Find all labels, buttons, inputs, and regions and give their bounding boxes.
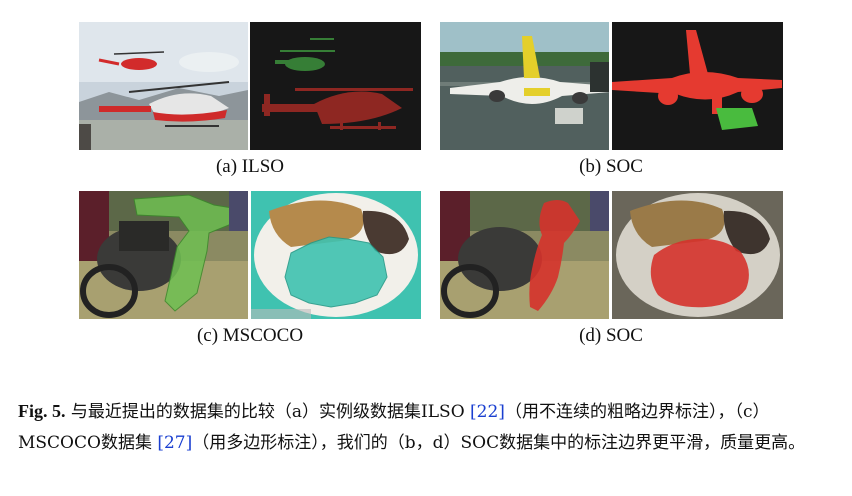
caption-text-3: （用多边形标注），我们的（b，d）SOC数据集中的标注边界更平滑，质量更高。 bbox=[192, 433, 806, 453]
soc-photo-airplane bbox=[440, 22, 609, 150]
subfigure-caption-c: (c) MSCOCO bbox=[196, 325, 304, 346]
ilso-photo bbox=[79, 22, 248, 150]
soc-photo-motorcycle bbox=[440, 191, 609, 319]
ilso-mask bbox=[250, 22, 421, 150]
mscoco-photo-motorcycle bbox=[79, 191, 248, 319]
soc-mask-airplane bbox=[612, 22, 783, 150]
reference-link-27[interactable]: [27] bbox=[157, 433, 192, 453]
caption-text-1: 与最近提出的数据集的比较（a）实例级数据集ILSO bbox=[70, 402, 465, 422]
reference-link-22[interactable]: [22] bbox=[470, 402, 505, 422]
subfigure-caption-b: (b) SOC bbox=[579, 156, 643, 177]
subfigure-caption-d: (d) SOC bbox=[579, 325, 643, 346]
figure-label: Fig. 5. bbox=[18, 401, 66, 421]
mscoco-photo-food bbox=[251, 191, 421, 319]
figure-caption: Fig. 5. 与最近提出的数据集的比较（a）实例级数据集ILSO [22] （用… bbox=[18, 396, 838, 459]
subfigure-caption-a: (a) ILSO bbox=[215, 156, 285, 177]
soc-photo-food bbox=[612, 191, 783, 319]
